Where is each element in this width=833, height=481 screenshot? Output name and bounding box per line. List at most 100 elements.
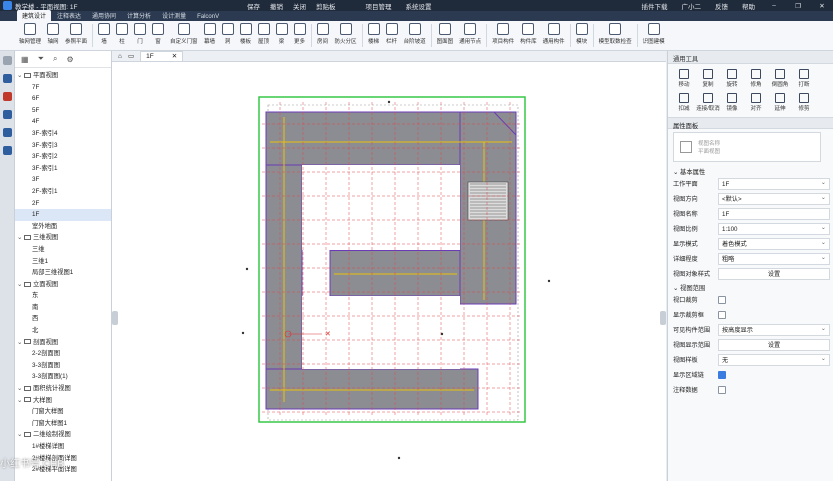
- tree-item[interactable]: 3F-索引1: [15, 163, 111, 175]
- property-select[interactable]: 1:100: [718, 222, 830, 235]
- property-input[interactable]: 1F: [718, 207, 830, 220]
- left-collapse-handle[interactable]: [112, 311, 118, 325]
- property-select[interactable]: 无: [718, 353, 830, 366]
- section-view-range[interactable]: ⌄ 视图范围: [668, 281, 833, 292]
- tree-folder[interactable]: ⌄ 立面视图: [15, 279, 111, 291]
- floor-plan-drawing[interactable]: ✕: [112, 62, 666, 481]
- tree-item[interactable]: 三维1: [15, 256, 111, 268]
- component-library-button[interactable]: 构件库: [517, 21, 540, 50]
- grid-manage-button[interactable]: 轴网管理: [16, 21, 44, 50]
- generic-component-button[interactable]: 通用构件: [540, 21, 568, 50]
- settings-menu[interactable]: 系统设置: [406, 1, 432, 11]
- door-button[interactable]: 门: [131, 21, 149, 50]
- tool-button[interactable]: 对齐: [744, 93, 768, 112]
- document-icon[interactable]: [3, 110, 12, 119]
- view-grid-icon[interactable]: ▦: [21, 55, 29, 64]
- help-circle-icon[interactable]: [3, 146, 12, 155]
- floor-button[interactable]: 楼板: [237, 21, 255, 50]
- property-select[interactable]: <默认>: [718, 192, 830, 205]
- settings-icon[interactable]: ⚙: [66, 55, 73, 64]
- generic-node-button[interactable]: 通用节点: [456, 21, 484, 50]
- search-icon[interactable]: ⌕: [53, 54, 57, 64]
- stair-button[interactable]: 楼梯: [365, 21, 383, 50]
- tab-collaboration[interactable]: 通用协同: [87, 10, 121, 21]
- tool-button[interactable]: 修角: [744, 69, 768, 88]
- chevron-down-icon[interactable]: ⌄: [17, 395, 24, 407]
- checkbox[interactable]: [718, 385, 726, 394]
- tree-folder[interactable]: ⌄ 剖面视图: [15, 337, 111, 349]
- tree-item[interactable]: 6F: [15, 93, 111, 105]
- fire-zone-button[interactable]: 防火分区: [332, 21, 360, 50]
- chevron-down-icon[interactable]: ⌄: [17, 383, 24, 395]
- chevron-down-icon[interactable]: ⌄: [17, 70, 24, 82]
- step-ramp-button[interactable]: 台阶坡道: [401, 21, 429, 50]
- property-select[interactable]: 1F: [718, 177, 830, 190]
- tab-annotation[interactable]: 注释表达: [52, 10, 86, 21]
- tab-architecture[interactable]: 建筑设计: [17, 10, 52, 21]
- tree-item[interactable]: 4F: [15, 116, 111, 128]
- tool-button[interactable]: 修剪: [792, 93, 816, 112]
- tool-button[interactable]: 打断: [792, 69, 816, 88]
- checkbox[interactable]: [718, 295, 726, 304]
- beam-button[interactable]: 梁: [273, 21, 291, 50]
- tool-button[interactable]: 复制: [696, 69, 720, 88]
- tree-item[interactable]: 3F-索引4: [15, 128, 111, 140]
- layout-icon[interactable]: ▭: [128, 52, 134, 60]
- palette-icon[interactable]: [3, 92, 12, 101]
- project-menu[interactable]: 项目管理: [366, 1, 392, 11]
- user-button[interactable]: 广小二: [682, 1, 702, 11]
- tree-item[interactable]: 局部三维视图1: [15, 267, 111, 279]
- chevron-down-icon[interactable]: ⌄: [17, 232, 24, 244]
- undo-button[interactable]: 撤销: [270, 1, 283, 11]
- tree-item[interactable]: 南: [15, 302, 111, 314]
- opening-button[interactable]: 洞: [219, 21, 237, 50]
- window-button[interactable]: 窗: [149, 21, 167, 50]
- tree-item[interactable]: 3F-索引3: [15, 140, 111, 152]
- plugin-download-button[interactable]: 插件下载: [642, 1, 668, 11]
- tool-button[interactable]: 扣减: [672, 93, 696, 112]
- view-type-card[interactable]: 视图名称 平面视图: [673, 132, 821, 162]
- clipboard-button[interactable]: 剪贴板: [316, 1, 336, 11]
- section-basic[interactable]: ⌄ 基本属性: [668, 165, 833, 176]
- tab-measure[interactable]: 设计测量: [157, 10, 191, 21]
- model-check-button[interactable]: 模型取数检查: [596, 21, 635, 50]
- tool-button[interactable]: 延伸: [768, 93, 792, 112]
- tab-falconv[interactable]: FalconV: [192, 13, 224, 21]
- tree-item[interactable]: 5F: [15, 105, 111, 117]
- tree-item[interactable]: 3F-索引2: [15, 151, 111, 163]
- list-icon[interactable]: [3, 128, 12, 137]
- minimize-icon[interactable]: –: [769, 2, 779, 9]
- save-button[interactable]: 保存: [247, 1, 260, 11]
- drawing-button[interactable]: 图面图: [434, 21, 457, 50]
- settings-button[interactable]: 设置: [718, 338, 830, 351]
- tree-folder[interactable]: ⌄ 面积统计视图: [15, 383, 111, 395]
- collapse-icon[interactable]: [3, 56, 12, 65]
- recognize-model-button[interactable]: 识图建模: [640, 21, 668, 50]
- tree-item[interactable]: 3-3剖面图: [15, 360, 111, 372]
- tree-item[interactable]: 门窗大样图: [15, 406, 111, 418]
- feedback-button[interactable]: 反馈: [715, 1, 728, 11]
- cube-icon[interactable]: [3, 74, 12, 83]
- railing-button[interactable]: 栏杆: [383, 21, 401, 50]
- close-button[interactable]: 关闭: [293, 1, 306, 11]
- wall-button[interactable]: 墙: [95, 21, 113, 50]
- grid-button[interactable]: 轴网: [44, 21, 62, 50]
- tree-item[interactable]: 1#楼梯详图: [15, 441, 111, 453]
- chevron-down-icon[interactable]: ⌄: [17, 337, 24, 349]
- tab-close-icon[interactable]: ✕: [172, 52, 177, 61]
- checkbox[interactable]: [718, 370, 726, 379]
- tree-item[interactable]: 室外地面: [15, 221, 111, 233]
- tree-item[interactable]: 2F: [15, 198, 111, 210]
- home-icon[interactable]: ⌂: [118, 53, 122, 60]
- tool-button[interactable]: 旋转: [720, 69, 744, 88]
- checkbox[interactable]: [718, 310, 726, 319]
- right-collapse-handle[interactable]: [660, 311, 666, 325]
- help-button[interactable]: 帮助: [742, 1, 755, 11]
- doc-tab-1f[interactable]: 1F ✕: [140, 51, 184, 61]
- tree-folder[interactable]: ⌄ 平面视图: [15, 70, 111, 82]
- project-component-button[interactable]: 项目构件: [489, 21, 517, 50]
- property-select[interactable]: 按高度显示: [718, 323, 830, 336]
- tool-button[interactable]: 倒圆角: [768, 69, 792, 88]
- tree-item[interactable]: 三维: [15, 244, 111, 256]
- room-button[interactable]: 房间: [314, 21, 332, 50]
